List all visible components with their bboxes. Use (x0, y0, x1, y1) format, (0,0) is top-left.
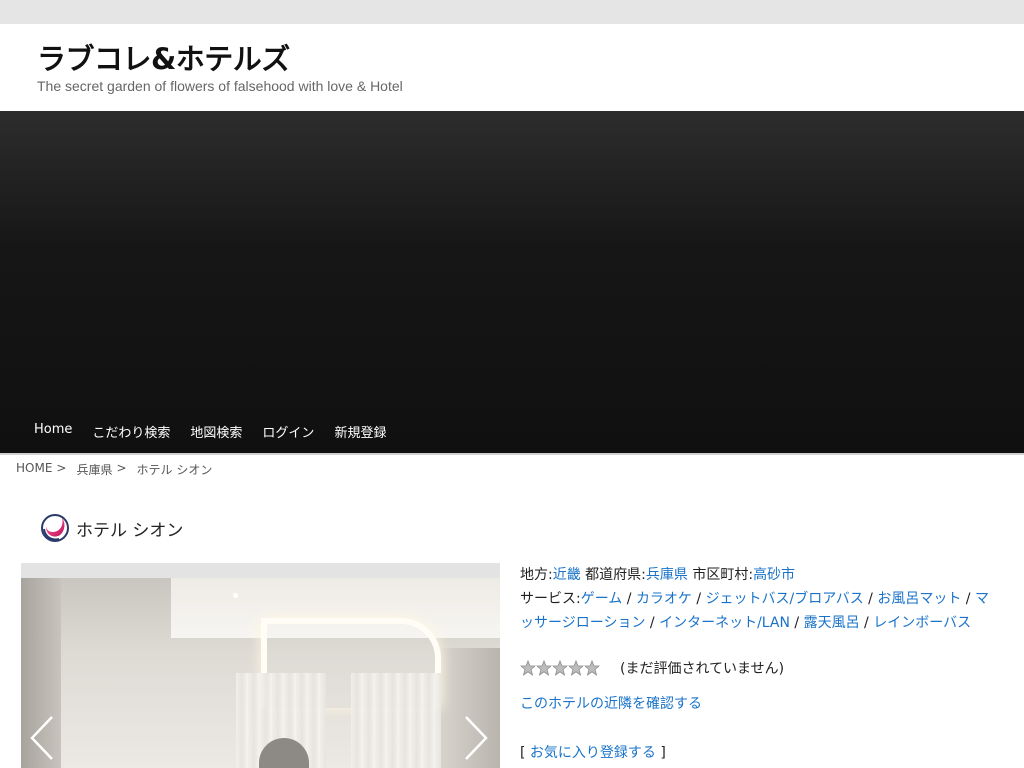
service-separator: / (691, 591, 706, 607)
main-nav: Home こだわり検索 地図検索 ログイン 新規登録 (24, 422, 396, 441)
bracket-open: [ (520, 745, 530, 761)
top-bar (0, 0, 1024, 24)
services-line: サービス:ゲーム / カラオケ / ジェットバス/ブロアバス / お風呂マット … (520, 587, 1000, 635)
prefecture-link[interactable]: 兵庫県 (646, 567, 688, 583)
hotel-info: 地方:近畿 都道府県:兵庫県 市区町村:高砂市 サービス:ゲーム / カラオケ … (520, 563, 1000, 635)
service-separator: / (859, 615, 874, 631)
site-title[interactable]: ラブコレ&ホテルズ (37, 36, 290, 78)
favorite-block: [ お気に入り登録する ] (520, 742, 666, 762)
breadcrumb-home[interactable]: HOME (16, 461, 52, 478)
service-link[interactable]: ジェットバス/ブロアバス (706, 591, 864, 607)
service-link[interactable]: インターネット/LAN (659, 615, 790, 631)
breadcrumb-current: ホテル シオン (136, 463, 213, 477)
star-rating: (まだ評価されていません) (520, 658, 784, 678)
star-empty-icon[interactable] (520, 660, 536, 676)
service-separator: / (789, 615, 804, 631)
brand-swirl-icon (41, 514, 69, 542)
nav-login[interactable]: ログイン (252, 422, 324, 441)
service-separator: / (961, 591, 975, 607)
service-separator: / (863, 591, 878, 607)
city-label: 市区町村: (692, 567, 754, 583)
photo-slider (21, 563, 500, 768)
service-separator: / (645, 615, 660, 631)
breadcrumb-separator: > (56, 461, 67, 475)
service-link[interactable]: カラオケ (636, 591, 692, 607)
rating-status: (まだ評価されていません) (620, 661, 785, 677)
hero-divider (0, 453, 1024, 455)
nav-home[interactable]: Home (24, 422, 82, 441)
breadcrumb: HOME > 兵庫県 > ホテル シオン (16, 461, 216, 478)
nav-register[interactable]: 新規登録 (324, 422, 396, 441)
hero-banner (0, 111, 1024, 454)
service-link[interactable]: レインボーバス (873, 615, 971, 631)
star-empty-icon[interactable] (568, 660, 584, 676)
nav-map-search[interactable]: 地図検索 (180, 422, 252, 441)
region-label: 地方: (520, 567, 553, 583)
nav-advanced-search[interactable]: こだわり検索 (82, 422, 180, 441)
prefecture-label: 都道府県: (585, 567, 646, 583)
location-line: 地方:近畿 都道府県:兵庫県 市区町村:高砂市 (520, 563, 1000, 587)
star-empty-icon[interactable] (584, 660, 600, 676)
star-empty-icon[interactable] (536, 660, 552, 676)
city-link[interactable]: 高砂市 (753, 567, 795, 583)
breadcrumb-separator: > (116, 461, 127, 475)
service-link[interactable]: ゲーム (581, 591, 623, 607)
site-tagline: The secret garden of flowers of falsehoo… (37, 78, 403, 94)
bracket-close: ] (655, 745, 666, 761)
add-favorite-link[interactable]: お気に入り登録する (530, 745, 656, 761)
service-separator: / (622, 591, 636, 607)
service-link[interactable]: 露天風呂 (804, 615, 860, 631)
chevron-left-icon[interactable] (28, 715, 56, 761)
hotel-name: ホテル シオン (76, 521, 184, 541)
chevron-right-icon[interactable] (462, 715, 490, 761)
star-empty-icon[interactable] (552, 660, 568, 676)
breadcrumb-prefecture[interactable]: 兵庫県 (76, 461, 112, 478)
nearby-hotels-link[interactable]: このホテルの近隣を確認する (520, 693, 702, 713)
region-link[interactable]: 近畿 (553, 567, 581, 583)
hotel-room-photo (21, 578, 500, 768)
services-label: サービス: (520, 591, 581, 607)
service-link[interactable]: お風呂マット (877, 591, 961, 607)
